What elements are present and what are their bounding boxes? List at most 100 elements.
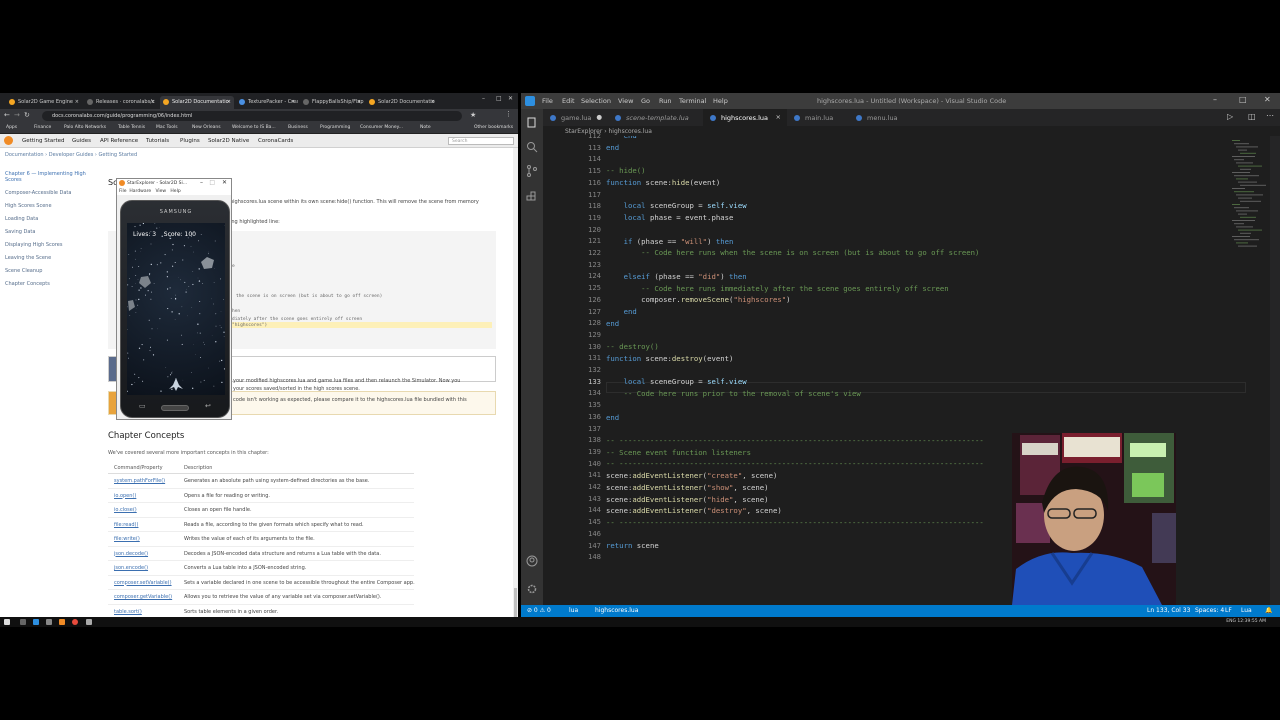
editor-tab[interactable]: main.lua (787, 109, 849, 126)
menu-view[interactable]: View (155, 189, 166, 194)
docs-breadcrumb[interactable]: Documentation › Developer Guides › Getti… (5, 152, 137, 158)
concept-link[interactable]: file:read() (114, 522, 138, 528)
site-nav-coronacards[interactable]: CoronaCards (258, 138, 293, 144)
browser-tab[interactable]: Releases · coronalabs/c × (84, 96, 158, 109)
home-button[interactable] (161, 405, 189, 411)
concept-link[interactable]: json.decode() (114, 551, 148, 557)
site-nav-getting-started[interactable]: Getting Started (22, 138, 65, 144)
solar2d-logo-icon[interactable] (4, 136, 13, 145)
sidebar-item[interactable]: High Scores Scene (5, 203, 95, 209)
menu-hardware[interactable]: Hardware (129, 189, 151, 194)
problems-indicator[interactable]: ⊘ 0 ⚠ 0 (527, 607, 551, 614)
search-icon[interactable] (526, 141, 538, 153)
sidebar-item[interactable]: Scene Cleanup (5, 268, 95, 274)
bookmark-item[interactable]: Note (420, 125, 431, 130)
editor-breadcrumb[interactable]: StarExplorer › highscores.lua (543, 126, 1280, 136)
language-mode[interactable]: Lua (1241, 607, 1252, 614)
concept-link[interactable]: composer.getVariable() (114, 594, 172, 600)
chrome-taskbar-icon[interactable] (72, 619, 78, 625)
close-icon[interactable]: ✕ (222, 179, 227, 186)
concept-link[interactable]: system.pathForFile() (114, 478, 165, 484)
bookmark-item[interactable]: Welcome to IS Ba... (232, 125, 276, 130)
concept-link[interactable]: composer.setVariable() (114, 580, 172, 586)
editor-scrollbar[interactable] (1270, 136, 1280, 605)
game-screen[interactable]: Lives: 3 Score: 100 (127, 223, 225, 395)
more-actions-icon[interactable]: ⋯ (1266, 111, 1274, 120)
url-field[interactable]: docs.coronalabs.com/guide/programming/06… (42, 111, 462, 121)
close-tab-icon[interactable]: × (75, 99, 79, 105)
browser-minimize-icon[interactable]: – (482, 95, 485, 102)
close-tab-icon[interactable]: × (357, 99, 361, 105)
scrollbar-thumb[interactable] (514, 588, 517, 617)
sidebar-item[interactable]: Composer-Accessible Data (5, 190, 95, 196)
bookmark-item[interactable]: Business (288, 125, 308, 130)
menu-kebab-icon[interactable]: ⋮ (505, 110, 512, 118)
bookmark-item[interactable]: Palo Alto Networks (64, 125, 106, 130)
site-nav-api-reference[interactable]: API Reference (100, 138, 138, 144)
editor-tab[interactable]: scene-template.lua (608, 109, 703, 126)
menu-view[interactable]: View (618, 97, 633, 105)
concept-link[interactable]: io.open() (114, 493, 136, 499)
editor-tab[interactable]: game.lua ● (543, 109, 608, 126)
bookmark-item[interactable]: Programming (320, 125, 350, 130)
minimap[interactable] (1230, 136, 1270, 256)
editor-tab[interactable]: highscores.lua × (703, 109, 787, 126)
concept-link[interactable]: file:write() (114, 536, 140, 542)
source-control-icon[interactable] (526, 165, 538, 177)
extensions-icon[interactable] (526, 191, 538, 203)
concept-link[interactable]: table.sort() (114, 609, 142, 615)
sidebar-item[interactable]: Saving Data (5, 229, 95, 235)
indentation[interactable]: Spaces: 4 (1195, 607, 1224, 614)
split-editor-icon[interactable]: ◫ (1248, 112, 1256, 121)
bookmark-item[interactable]: Table Tennis (118, 125, 145, 130)
line-ending[interactable]: LF (1225, 607, 1232, 614)
sidebar-item[interactable]: Leaving the Scene (5, 255, 95, 261)
minimize-icon[interactable]: – (1213, 95, 1217, 104)
menu-run[interactable]: Run (659, 97, 671, 105)
site-nav-plugins[interactable]: Plugins (180, 138, 200, 144)
minimize-icon[interactable]: – (200, 179, 203, 186)
close-tab-icon[interactable]: × (776, 113, 781, 121)
file-indicator[interactable]: highscores.lua (595, 607, 638, 614)
star-icon[interactable]: ★ (470, 111, 476, 119)
forward-icon[interactable]: → (14, 111, 20, 119)
browser-close-icon[interactable]: ✕ (508, 95, 513, 102)
explorer-icon[interactable] (526, 117, 538, 129)
site-search-input[interactable]: Search (448, 137, 514, 145)
system-tray[interactable]: ENG 12:39:55 AM (1226, 619, 1266, 624)
solar2d-taskbar-icon[interactable] (59, 619, 65, 625)
menu-go[interactable]: Go (641, 97, 650, 105)
sidebar-item[interactable]: Chapter Concepts (5, 281, 95, 287)
close-tab-icon[interactable]: × (227, 99, 231, 105)
recent-apps-icon[interactable]: ▭ (139, 402, 146, 410)
close-tab-icon[interactable]: × (291, 99, 295, 105)
menu-edit[interactable]: Edit (562, 97, 575, 105)
menu-file[interactable]: File (542, 97, 553, 105)
site-nav-solar2d-native[interactable]: Solar2D Native (208, 138, 249, 144)
vscode-taskbar-icon[interactable] (33, 619, 39, 625)
back-icon[interactable]: ← (4, 111, 10, 119)
browser-maximize-icon[interactable]: □ (496, 95, 502, 102)
bookmark-item[interactable]: Apps (6, 125, 17, 130)
maximize-icon[interactable]: □ (209, 179, 215, 186)
account-icon[interactable] (526, 555, 538, 567)
editor-tab[interactable]: menu.lua (849, 109, 909, 126)
menu-help[interactable]: Help (713, 97, 728, 105)
app-taskbar-icon[interactable] (86, 619, 92, 625)
start-icon[interactable] (4, 619, 10, 625)
browser-tab[interactable]: Solar2D Documentatio × (160, 96, 234, 109)
bookmark-item[interactable]: New Orleans (192, 125, 221, 130)
browser-tab[interactable]: Solar2D Documentatio × (366, 96, 438, 109)
bookmark-item[interactable]: Other bookmarks (474, 125, 513, 130)
menu-terminal[interactable]: Terminal (679, 97, 706, 105)
cursor-position[interactable]: Ln 133, Col 33 (1147, 607, 1190, 614)
menu-file[interactable]: File (119, 189, 127, 194)
close-tab-icon[interactable]: × (431, 99, 435, 105)
browser-tab[interactable]: FlappyBallsShip/Flappy × (300, 96, 364, 109)
close-icon[interactable]: ✕ (1264, 95, 1271, 104)
bookmark-item[interactable]: Mac Tools (156, 125, 178, 130)
menu-help[interactable]: Help (170, 189, 180, 194)
site-nav-tutorials[interactable]: Tutorials (146, 138, 169, 144)
browser-tab[interactable]: Solar2D Game Engine × (6, 96, 82, 109)
bookmark-item[interactable]: Finance (34, 125, 51, 130)
